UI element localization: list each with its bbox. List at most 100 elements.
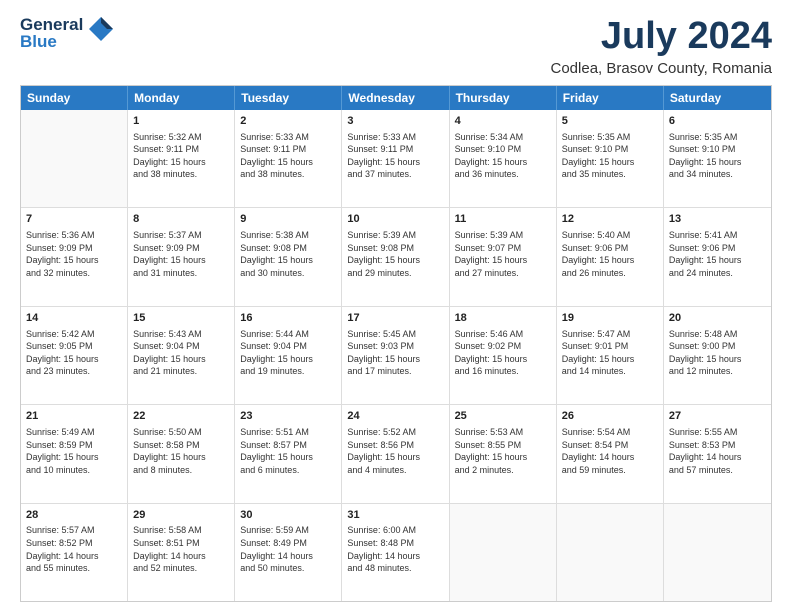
calendar-cell-r2-c6: 12 Sunrise: 5:40 AM Sunset: 9:06 PM Dayli… (557, 208, 664, 305)
day-info: Sunrise: 5:40 AM Sunset: 9:06 PM Dayligh… (562, 229, 658, 279)
day-info: Sunrise: 5:57 AM Sunset: 8:52 PM Dayligh… (26, 524, 122, 574)
calendar-cell-r1-c2: 1 Sunrise: 5:32 AM Sunset: 9:11 PM Daylig… (128, 110, 235, 207)
day-number: 3 (347, 114, 443, 129)
calendar-row-4: 21 Sunrise: 5:49 AM Sunset: 8:59 PM Dayli… (21, 405, 771, 503)
day-number: 12 (562, 212, 658, 227)
day-info: Sunrise: 5:50 AM Sunset: 8:58 PM Dayligh… (133, 426, 229, 476)
calendar-cell-r4-c5: 25Sunrise: 5:53 AM Sunset: 8:55 PM Dayli… (450, 405, 557, 502)
day-info: Sunrise: 5:54 AM Sunset: 8:54 PM Dayligh… (562, 426, 658, 476)
logo-general: General (20, 16, 83, 33)
calendar-cell-r1-c3: 2 Sunrise: 5:33 AM Sunset: 9:11 PM Daylig… (235, 110, 342, 207)
day-info: Sunrise: 5:32 AM Sunset: 9:11 PM Dayligh… (133, 131, 229, 181)
calendar-cell-r3-c2: 15 Sunrise: 5:43 AM Sunset: 9:04 PM Dayli… (128, 307, 235, 404)
day-number: 18 (455, 311, 551, 326)
day-info: Sunrise: 5:46 AM Sunset: 9:02 PM Dayligh… (455, 328, 551, 378)
day-number: 20 (669, 311, 766, 326)
calendar-cell-r4-c2: 22 Sunrise: 5:50 AM Sunset: 8:58 PM Dayli… (128, 405, 235, 502)
day-number: 14 (26, 311, 122, 326)
title-block: July 2024 Codlea, Brasov County, Romania (551, 16, 773, 77)
day-info: Sunrise: 5:39 AM Sunset: 9:07 PM Dayligh… (455, 229, 551, 279)
page: General Blue July 2024 Codlea, Brasov Co… (0, 0, 792, 612)
calendar-cell-r2-c3: 9 Sunrise: 5:38 AM Sunset: 9:08 PM Daylig… (235, 208, 342, 305)
calendar-cell-r3-c3: 16 Sunrise: 5:44 AM Sunset: 9:04 PM Dayli… (235, 307, 342, 404)
calendar-row-2: 7 Sunrise: 5:36 AM Sunset: 9:09 PM Daylig… (21, 208, 771, 306)
calendar-cell-r4-c7: 27 Sunrise: 5:55 AM Sunset: 8:53 PM Dayli… (664, 405, 771, 502)
calendar-cell-r1-c1 (21, 110, 128, 207)
calendar-cell-r1-c7: 6 Sunrise: 5:35 AM Sunset: 9:10 PM Daylig… (664, 110, 771, 207)
header-saturday: Saturday (664, 86, 771, 110)
calendar-cell-r2-c1: 7 Sunrise: 5:36 AM Sunset: 9:09 PM Daylig… (21, 208, 128, 305)
calendar-cell-r1-c6: 5Sunrise: 5:35 AM Sunset: 9:10 PM Daylig… (557, 110, 664, 207)
day-info: Sunrise: 5:44 AM Sunset: 9:04 PM Dayligh… (240, 328, 336, 378)
header-wednesday: Wednesday (342, 86, 449, 110)
day-info: Sunrise: 5:45 AM Sunset: 9:03 PM Dayligh… (347, 328, 443, 378)
header-tuesday: Tuesday (235, 86, 342, 110)
calendar-cell-r5-c6 (557, 504, 664, 601)
calendar-cell-r1-c5: 4Sunrise: 5:34 AM Sunset: 9:10 PM Daylig… (450, 110, 557, 207)
day-info: Sunrise: 5:55 AM Sunset: 8:53 PM Dayligh… (669, 426, 766, 476)
day-info: Sunrise: 5:33 AM Sunset: 9:11 PM Dayligh… (240, 131, 336, 181)
day-info: Sunrise: 5:49 AM Sunset: 8:59 PM Dayligh… (26, 426, 122, 476)
calendar-cell-r4-c1: 21 Sunrise: 5:49 AM Sunset: 8:59 PM Dayli… (21, 405, 128, 502)
calendar-cell-r4-c3: 23 Sunrise: 5:51 AM Sunset: 8:57 PM Dayli… (235, 405, 342, 502)
header-sunday: Sunday (21, 86, 128, 110)
calendar-row-1: 1 Sunrise: 5:32 AM Sunset: 9:11 PM Daylig… (21, 110, 771, 208)
day-number: 9 (240, 212, 336, 227)
day-info: Sunrise: 5:47 AM Sunset: 9:01 PM Dayligh… (562, 328, 658, 378)
day-info: Sunrise: 5:37 AM Sunset: 9:09 PM Dayligh… (133, 229, 229, 279)
day-info: Sunrise: 5:38 AM Sunset: 9:08 PM Dayligh… (240, 229, 336, 279)
day-number: 7 (26, 212, 122, 227)
day-number: 6 (669, 114, 766, 129)
day-info: Sunrise: 5:59 AM Sunset: 8:49 PM Dayligh… (240, 524, 336, 574)
day-info: Sunrise: 6:00 AM Sunset: 8:48 PM Dayligh… (347, 524, 443, 574)
day-number: 31 (347, 508, 443, 523)
day-info: Sunrise: 5:39 AM Sunset: 9:08 PM Dayligh… (347, 229, 443, 279)
calendar-cell-r5-c1: 28Sunrise: 5:57 AM Sunset: 8:52 PM Dayli… (21, 504, 128, 601)
day-info: Sunrise: 5:42 AM Sunset: 9:05 PM Dayligh… (26, 328, 122, 378)
day-number: 13 (669, 212, 766, 227)
day-number: 10 (347, 212, 443, 227)
day-info: Sunrise: 5:53 AM Sunset: 8:55 PM Dayligh… (455, 426, 551, 476)
calendar-cell-r2-c7: 13 Sunrise: 5:41 AM Sunset: 9:06 PM Dayli… (664, 208, 771, 305)
day-number: 22 (133, 409, 229, 424)
day-info: Sunrise: 5:35 AM Sunset: 9:10 PM Dayligh… (562, 131, 658, 181)
day-number: 24 (347, 409, 443, 424)
day-number: 23 (240, 409, 336, 424)
calendar-cell-r5-c7 (664, 504, 771, 601)
day-info: Sunrise: 5:43 AM Sunset: 9:04 PM Dayligh… (133, 328, 229, 378)
calendar-cell-r5-c5 (450, 504, 557, 601)
calendar-cell-r5-c2: 29Sunrise: 5:58 AM Sunset: 8:51 PM Dayli… (128, 504, 235, 601)
day-number: 21 (26, 409, 122, 424)
day-number: 28 (26, 508, 122, 523)
day-info: Sunrise: 5:36 AM Sunset: 9:09 PM Dayligh… (26, 229, 122, 279)
day-info: Sunrise: 5:41 AM Sunset: 9:06 PM Dayligh… (669, 229, 766, 279)
calendar-cell-r3-c4: 17Sunrise: 5:45 AM Sunset: 9:03 PM Dayli… (342, 307, 449, 404)
calendar-cell-r4-c6: 26 Sunrise: 5:54 AM Sunset: 8:54 PM Dayli… (557, 405, 664, 502)
calendar-row-5: 28Sunrise: 5:57 AM Sunset: 8:52 PM Dayli… (21, 504, 771, 601)
day-number: 27 (669, 409, 766, 424)
day-info: Sunrise: 5:52 AM Sunset: 8:56 PM Dayligh… (347, 426, 443, 476)
header: General Blue July 2024 Codlea, Brasov Co… (20, 16, 772, 77)
calendar-cell-r1-c4: 3 Sunrise: 5:33 AM Sunset: 9:11 PM Daylig… (342, 110, 449, 207)
logo-icon (87, 15, 115, 48)
calendar-row-3: 14 Sunrise: 5:42 AM Sunset: 9:05 PM Dayli… (21, 307, 771, 405)
day-number: 8 (133, 212, 229, 227)
day-info: Sunrise: 5:33 AM Sunset: 9:11 PM Dayligh… (347, 131, 443, 181)
calendar-cell-r2-c4: 10 Sunrise: 5:39 AM Sunset: 9:08 PM Dayli… (342, 208, 449, 305)
day-number: 2 (240, 114, 336, 129)
calendar-cell-r2-c5: 11Sunrise: 5:39 AM Sunset: 9:07 PM Dayli… (450, 208, 557, 305)
day-number: 26 (562, 409, 658, 424)
day-number: 16 (240, 311, 336, 326)
day-info: Sunrise: 5:48 AM Sunset: 9:00 PM Dayligh… (669, 328, 766, 378)
day-info: Sunrise: 5:58 AM Sunset: 8:51 PM Dayligh… (133, 524, 229, 574)
header-monday: Monday (128, 86, 235, 110)
day-number: 15 (133, 311, 229, 326)
header-friday: Friday (557, 86, 664, 110)
day-info: Sunrise: 5:35 AM Sunset: 9:10 PM Dayligh… (669, 131, 766, 181)
calendar-cell-r3-c7: 20 Sunrise: 5:48 AM Sunset: 9:00 PM Dayli… (664, 307, 771, 404)
logo-blue: Blue (20, 33, 83, 50)
day-info: Sunrise: 5:51 AM Sunset: 8:57 PM Dayligh… (240, 426, 336, 476)
day-number: 19 (562, 311, 658, 326)
day-number: 1 (133, 114, 229, 129)
day-number: 4 (455, 114, 551, 129)
